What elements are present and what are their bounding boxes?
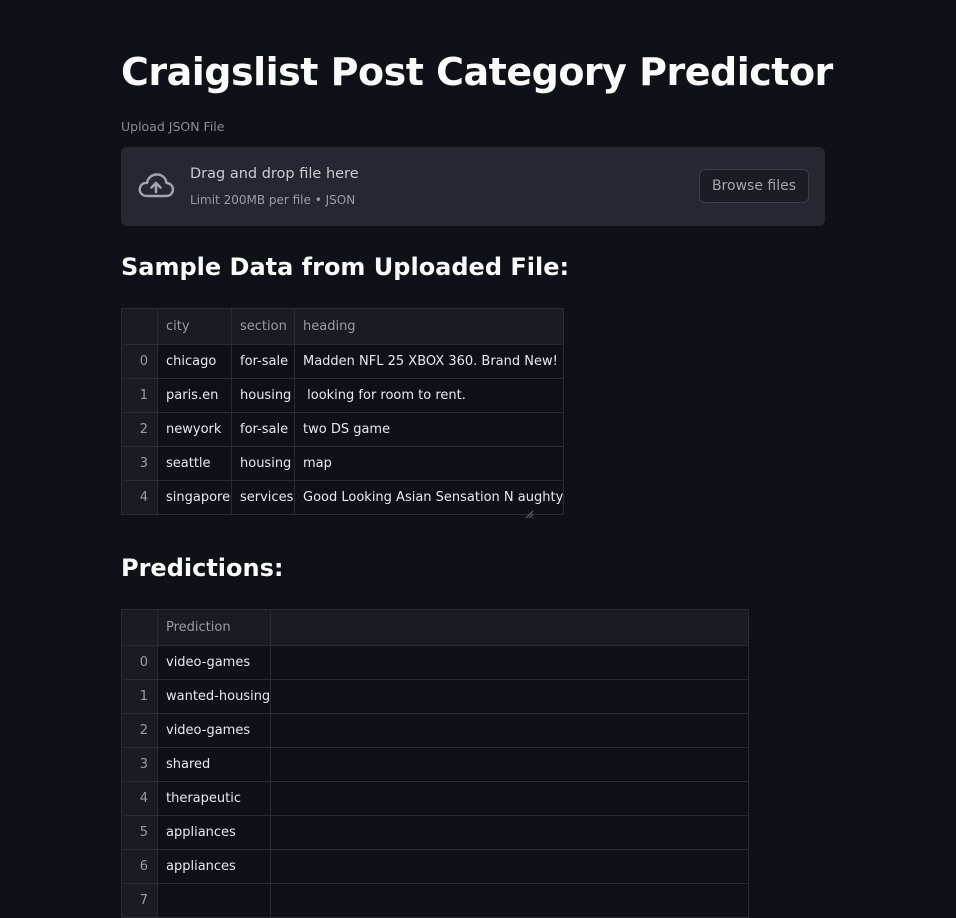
table-cell[interactable] [156, 883, 272, 918]
table-cell[interactable]: singapore [157, 480, 232, 515]
column-header[interactable]: section [231, 308, 295, 345]
table-cell[interactable]: for-sale [231, 344, 295, 379]
table-row: 1 wanted-housing [121, 679, 750, 714]
row-index: 3 [121, 747, 158, 782]
table-row: 2 newyork for-sale two DS game [121, 412, 565, 447]
column-header[interactable]: city [157, 308, 232, 345]
table-row: 3 shared [121, 747, 750, 782]
row-index: 1 [121, 378, 158, 413]
table-cell[interactable]: video-games [156, 713, 272, 748]
predictions-heading: Predictions: [121, 554, 284, 582]
table-cell[interactable]: video-games [156, 645, 272, 680]
table-cell[interactable]: appliances [156, 849, 272, 884]
empty-cell [270, 645, 750, 680]
empty-cell [270, 713, 750, 748]
row-index: 3 [121, 446, 158, 481]
table-cell[interactable]: appliances [156, 815, 272, 850]
table-cell[interactable]: housing [231, 378, 295, 413]
table-cell[interactable]: chicago [157, 344, 232, 379]
sample-data-heading: Sample Data from Uploaded File: [121, 253, 570, 281]
table-cell[interactable]: map [293, 446, 565, 481]
browse-files-button[interactable]: Browse files [698, 169, 809, 203]
row-index: 2 [121, 412, 158, 447]
table-cell[interactable]: seattle [157, 446, 232, 481]
table-row: 0 chicago for-sale Madden NFL 25 XBOX 36… [121, 344, 565, 379]
dropzone-instructions: Drag and drop file here [190, 166, 359, 182]
row-index: 6 [121, 849, 158, 884]
row-index: 0 [121, 645, 158, 680]
empty-cell [270, 747, 750, 782]
row-index: 5 [121, 815, 158, 850]
column-header[interactable]: heading [293, 308, 565, 345]
row-index: 4 [121, 480, 158, 515]
table-row: 0 video-games [121, 645, 750, 680]
file-uploader-label: Upload JSON File [121, 119, 225, 134]
column-header[interactable]: Prediction [156, 609, 272, 646]
table-row: 7 [121, 883, 750, 918]
table-cell[interactable]: housing [231, 446, 295, 481]
table-row: 6 appliances [121, 849, 750, 884]
predictions-table[interactable]: Prediction 0 video-games 1 wanted-housin… [121, 609, 750, 918]
empty-header [270, 609, 750, 646]
empty-cell [270, 815, 750, 850]
dropzone-limit-text: Limit 200MB per file • JSON [190, 193, 356, 207]
page-title: Craigslist Post Category Predictor [121, 50, 833, 94]
row-index: 2 [121, 713, 158, 748]
table-cell[interactable]: services [231, 480, 295, 515]
row-index: 1 [121, 679, 158, 714]
table-row: 3 seattle housing map [121, 446, 565, 481]
table-row: 5 appliances [121, 815, 750, 850]
index-header [121, 308, 158, 345]
table-header-row: city section heading [121, 308, 565, 345]
empty-cell [270, 883, 750, 918]
empty-cell [270, 679, 750, 714]
table-cell[interactable]: newyork [157, 412, 232, 447]
row-index: 4 [121, 781, 158, 816]
row-index: 0 [121, 344, 158, 379]
resize-handle-icon[interactable] [524, 509, 534, 519]
table-cell[interactable]: wanted-housing [156, 679, 272, 714]
empty-cell [270, 781, 750, 816]
empty-cell [270, 849, 750, 884]
table-header-row: Prediction [121, 609, 750, 646]
table-row: 4 therapeutic [121, 781, 750, 816]
row-index: 7 [121, 883, 158, 918]
table-cell[interactable]: for-sale [231, 412, 295, 447]
index-header [121, 609, 158, 646]
table-cell[interactable]: looking for room to rent. [293, 378, 565, 413]
cloud-upload-icon [138, 173, 175, 198]
table-cell[interactable]: two DS game [293, 412, 565, 447]
table-cell[interactable]: paris.en [157, 378, 232, 413]
table-cell[interactable]: shared [156, 747, 272, 782]
table-row: 2 video-games [121, 713, 750, 748]
table-cell[interactable]: therapeutic [156, 781, 272, 816]
table-row: 1 paris.en housing looking for room to r… [121, 378, 565, 413]
table-row: 4 singapore services Good Looking Asian … [121, 480, 565, 515]
table-cell[interactable]: Madden NFL 25 XBOX 360. Brand New! [293, 344, 565, 379]
sample-data-table[interactable]: city section heading 0 chicago for-sale … [121, 308, 565, 515]
file-dropzone[interactable]: Drag and drop file here Limit 200MB per … [121, 147, 825, 226]
